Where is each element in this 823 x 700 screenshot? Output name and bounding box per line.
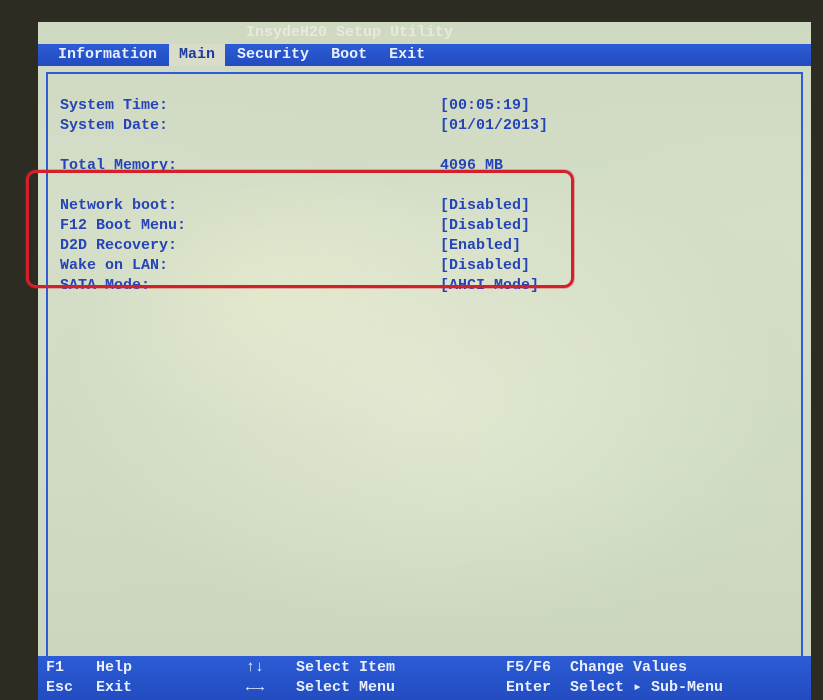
monitor-bezel: InsydeH20 Setup Utility Information Main… (0, 0, 823, 700)
row-system-date[interactable]: System Date: [01/01/2013] (60, 116, 789, 136)
footer-leftright-select-menu: ←→ Select Menu (246, 678, 506, 698)
menu-tab-information[interactable]: Information (48, 44, 167, 66)
action-exit: Exit (96, 678, 132, 698)
footer-esc-exit: Esc Exit (46, 678, 246, 698)
value-d2d-recovery[interactable]: [Enabled] (440, 236, 521, 256)
value-wake-on-lan[interactable]: [Disabled] (440, 256, 530, 276)
footer-help-bar: F1 Help Esc Exit ↑↓ Select Item ←→ Selec… (38, 656, 811, 700)
row-system-time[interactable]: System Time: [00:05:19] (60, 96, 789, 116)
menu-tab-main[interactable]: Main (169, 44, 225, 66)
footer-f1-help: F1 Help (46, 658, 246, 678)
content-panel: System Time: [00:05:19] System Date: [01… (46, 72, 803, 656)
value-f12-boot-menu[interactable]: [Disabled] (440, 216, 530, 236)
label-total-memory: Total Memory: (60, 156, 440, 176)
label-wake-on-lan: Wake on LAN: (60, 256, 440, 276)
content-area: System Time: [00:05:19] System Date: [01… (38, 66, 811, 656)
key-f5f6: F5/F6 (506, 658, 570, 678)
value-system-time[interactable]: [00:05:19] (440, 96, 530, 116)
action-submenu: Select ▸ Sub-Menu (570, 678, 723, 698)
label-d2d-recovery: D2D Recovery: (60, 236, 440, 256)
menu-tab-security[interactable]: Security (227, 44, 319, 66)
bios-screen: InsydeH20 Setup Utility Information Main… (38, 22, 811, 700)
key-leftright: ←→ (246, 678, 296, 698)
row-wake-on-lan[interactable]: Wake on LAN: [Disabled] (60, 256, 789, 276)
row-total-memory: Total Memory: 4096 MB (60, 156, 789, 176)
footer-enter-submenu: Enter Select ▸ Sub-Menu (506, 678, 803, 698)
label-sata-mode: SATA Mode: (60, 276, 440, 296)
menu-tab-boot[interactable]: Boot (321, 44, 377, 66)
label-system-date: System Date: (60, 116, 440, 136)
row-sata-mode[interactable]: SATA Mode: [AHCI Mode] (60, 276, 789, 296)
utility-title: InsydeH20 Setup Utility (38, 22, 811, 44)
action-help: Help (96, 658, 132, 678)
action-select-item: Select Item (296, 658, 395, 678)
label-network-boot: Network boot: (60, 196, 440, 216)
row-network-boot[interactable]: Network boot: [Disabled] (60, 196, 789, 216)
key-f1: F1 (46, 658, 96, 678)
footer-updown-select-item: ↑↓ Select Item (246, 658, 506, 678)
value-network-boot[interactable]: [Disabled] (440, 196, 530, 216)
label-f12-boot-menu: F12 Boot Menu: (60, 216, 440, 236)
key-esc: Esc (46, 678, 96, 698)
row-f12-boot-menu[interactable]: F12 Boot Menu: [Disabled] (60, 216, 789, 236)
footer-f5f6-change-values: F5/F6 Change Values (506, 658, 803, 678)
value-total-memory: 4096 MB (440, 156, 503, 176)
value-sata-mode[interactable]: [AHCI Mode] (440, 276, 539, 296)
value-system-date[interactable]: [01/01/2013] (440, 116, 548, 136)
menu-tab-exit[interactable]: Exit (379, 44, 435, 66)
row-d2d-recovery[interactable]: D2D Recovery: [Enabled] (60, 236, 789, 256)
action-change-values: Change Values (570, 658, 687, 678)
key-updown: ↑↓ (246, 658, 296, 678)
action-select-menu: Select Menu (296, 678, 395, 698)
label-system-time: System Time: (60, 96, 440, 116)
key-enter: Enter (506, 678, 570, 698)
menu-bar: Information Main Security Boot Exit (38, 44, 811, 66)
